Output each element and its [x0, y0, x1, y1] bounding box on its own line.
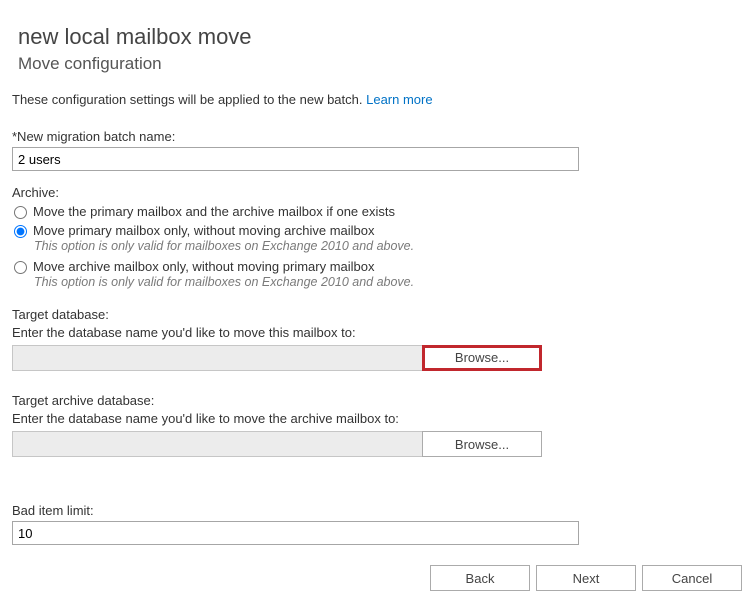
intro-text: These configuration settings will be app…	[12, 92, 742, 107]
learn-more-link[interactable]: Learn more	[366, 92, 432, 107]
archive-radio-group: Move the primary mailbox and the archive…	[12, 204, 742, 289]
page-title: new local mailbox move	[18, 24, 742, 50]
target-db-title: Target database:	[12, 307, 742, 322]
archive-radio-primary-only-label: Move primary mailbox only, without movin…	[33, 223, 375, 238]
archive-radio-primary-only[interactable]	[14, 225, 27, 238]
target-db-desc: Enter the database name you'd like to mo…	[12, 325, 742, 340]
archive-primary-only-hint: This option is only valid for mailboxes …	[34, 239, 742, 253]
archive-label: Archive:	[12, 185, 742, 200]
archive-radio-archive-only[interactable]	[14, 261, 27, 274]
cancel-button[interactable]: Cancel	[642, 565, 742, 591]
back-button[interactable]: Back	[430, 565, 530, 591]
archive-radio-both-label: Move the primary mailbox and the archive…	[33, 204, 395, 219]
archive-archive-only-hint: This option is only valid for mailboxes …	[34, 275, 742, 289]
target-db-browse-button[interactable]: Browse...	[422, 345, 542, 371]
next-button[interactable]: Next	[536, 565, 636, 591]
target-archive-db-browse-button[interactable]: Browse...	[422, 431, 542, 457]
wizard-footer: Back Next Cancel	[12, 565, 742, 591]
target-db-input	[12, 345, 422, 371]
page-subtitle: Move configuration	[18, 54, 742, 74]
bad-item-limit-input[interactable]	[12, 521, 579, 545]
target-archive-db-desc: Enter the database name you'd like to mo…	[12, 411, 742, 426]
target-archive-db-title: Target archive database:	[12, 393, 742, 408]
batch-name-input[interactable]	[12, 147, 579, 171]
archive-radio-both[interactable]	[14, 206, 27, 219]
intro-body: These configuration settings will be app…	[12, 92, 366, 107]
archive-radio-archive-only-label: Move archive mailbox only, without movin…	[33, 259, 375, 274]
bad-item-limit-label: Bad item limit:	[12, 503, 742, 518]
batch-name-label: *New migration batch name:	[12, 129, 742, 144]
target-archive-db-input	[12, 431, 422, 457]
